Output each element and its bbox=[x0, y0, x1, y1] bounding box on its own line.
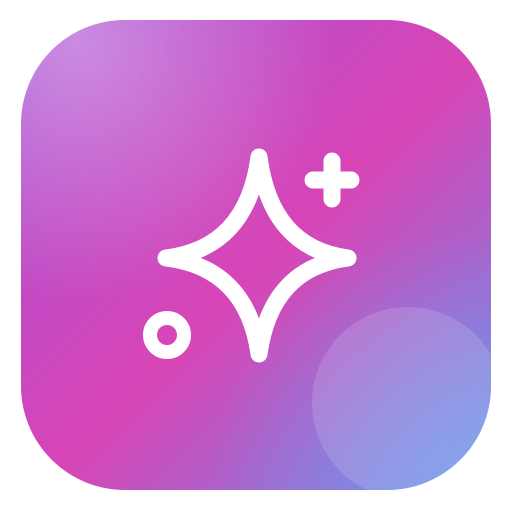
sparkles-app-icon[interactable] bbox=[21, 20, 491, 490]
app-icon-graphic bbox=[21, 20, 491, 490]
canvas bbox=[0, 0, 512, 512]
